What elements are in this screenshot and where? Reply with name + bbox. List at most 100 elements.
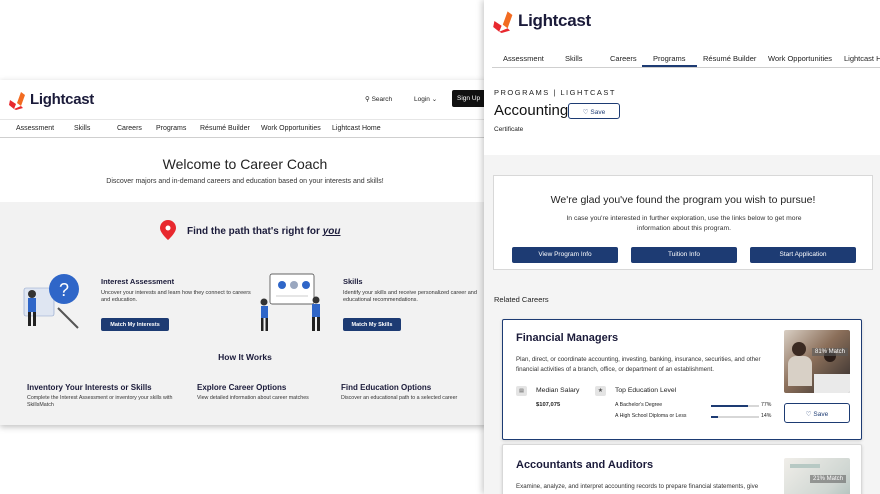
career-title[interactable]: Financial Managers: [516, 332, 618, 344]
career-desc: Plan, direct, or coordinate accounting, …: [516, 356, 761, 373]
skills-desc: Identify your skills and receive persona…: [343, 290, 477, 303]
how-step-desc: Discover an educational path to a select…: [341, 395, 458, 401]
related-careers-label: Related Careers: [494, 295, 549, 304]
interest-title: Interest Assessment: [101, 277, 175, 286]
program-detail-window: Lightcast Assessment Skills Careers Prog…: [484, 0, 880, 494]
welcome-title: Welcome to Career Coach: [162, 156, 328, 172]
career-photo: 21% Match: [784, 458, 850, 494]
heart-icon: ♡: [582, 108, 589, 116]
glad-text: In case you're interested in further exp…: [566, 215, 802, 232]
career-card-financial-managers[interactable]: Financial Managers Plan, direct, or coor…: [502, 319, 862, 440]
how-step-title: Explore Career Options: [197, 383, 287, 392]
match-skills-button[interactable]: Match My Skills: [343, 318, 401, 331]
search-label: Search: [371, 96, 393, 103]
location-pin-icon: [160, 220, 176, 245]
nav-item-careers[interactable]: Careers: [117, 125, 142, 132]
photo-laptop: [814, 374, 850, 393]
nav-item-resume-builder[interactable]: Résumé Builder: [200, 125, 250, 132]
tuition-info-button[interactable]: Tuition Info: [631, 247, 737, 263]
main-nav: Assessment Skills Careers Programs Résum…: [492, 48, 880, 68]
program-type: Certificate: [494, 126, 524, 133]
how-step-title: Inventory Your Interests or Skills: [27, 383, 152, 392]
path-title-text: Find the path that's right for: [187, 226, 323, 237]
logo-text: Lightcast: [30, 91, 94, 108]
nav-item-work-opportunities[interactable]: Work Opportunities: [261, 125, 321, 132]
heart-icon: ♡: [805, 410, 812, 418]
photo-person-head: [792, 342, 806, 356]
welcome-subtitle: Discover majors and in-demand careers an…: [106, 178, 384, 185]
active-nav-underline: [642, 65, 697, 67]
nav-item-assessment[interactable]: Assessment: [503, 54, 544, 63]
login-dropdown[interactable]: Login ⌄: [414, 95, 437, 103]
search-link[interactable]: ⚲ Search: [365, 95, 392, 103]
nav-item-skills[interactable]: Skills: [565, 54, 583, 63]
main-nav: Assessment Skills Careers Programs Résum…: [0, 122, 490, 138]
match-badge: 81% Match: [812, 348, 849, 356]
welcome-hero: Welcome to Career Coach Discover majors …: [0, 140, 490, 200]
match-badge: 21% Match: [810, 475, 847, 483]
login-label: Login: [414, 96, 430, 103]
header-bar: Lightcast ⚲ Search Login ⌄ Sign Up: [0, 80, 490, 120]
edu-name: A Bachelor's Degree: [615, 402, 663, 408]
salary-value: $107,075: [536, 402, 561, 408]
save-program-button[interactable]: ♡ Save: [568, 103, 620, 119]
glad-card: We're glad you've found the program you …: [493, 175, 873, 270]
how-step-desc: View detailed information about career m…: [197, 395, 309, 401]
salary-label: Median Salary: [536, 387, 580, 394]
nav-item-skills[interactable]: Skills: [74, 125, 90, 132]
edu-bar-fill: [711, 405, 748, 407]
skills-illustration: [256, 268, 328, 334]
nav-item-work-opportunities[interactable]: Work Opportunities: [768, 54, 832, 63]
edu-bar: [711, 405, 759, 407]
how-it-works-title: How It Works: [218, 352, 272, 362]
edu-bar-fill: [711, 416, 718, 418]
nav-item-assessment[interactable]: Assessment: [16, 125, 54, 132]
path-title-emphasis: you: [322, 226, 341, 237]
interest-desc: Uncover your interests and learn how the…: [101, 290, 251, 303]
lightcast-logo-icon: [493, 11, 513, 33]
program-eyebrow: PROGRAMS | LIGHTCAST: [494, 88, 616, 97]
glad-title: We're glad you've found the program you …: [550, 194, 816, 206]
path-title: Find the path that's right for you: [187, 226, 340, 237]
lightcast-logo[interactable]: Lightcast: [8, 89, 103, 111]
nav-item-resume-builder[interactable]: Résumé Builder: [703, 54, 756, 63]
match-interests-button[interactable]: Match My Interests: [101, 318, 169, 331]
skills-title: Skills: [343, 277, 363, 286]
edu-bar: [711, 416, 759, 418]
career-title[interactable]: Accountants and Auditors: [516, 459, 653, 471]
nav-item-programs[interactable]: Programs: [156, 125, 186, 132]
program-lower-section: We're glad you've found the program you …: [484, 155, 880, 494]
photo-detail: [790, 464, 820, 468]
money-icon: ▤: [516, 386, 527, 396]
save-career-button[interactable]: ♡ Save: [784, 403, 850, 423]
career-desc: Examine, analyze, and interpret accounti…: [516, 483, 759, 490]
how-step-inventory: Inventory Your Interests or Skills Compl…: [27, 383, 182, 409]
nav-item-lightcast-home[interactable]: Lightcast Home: [332, 125, 381, 132]
logo-text: Lightcast: [518, 11, 591, 30]
photo-person-body: [788, 356, 812, 386]
path-section: Find the path that's right for you ? Int…: [0, 202, 490, 425]
edu-pct: 14%: [761, 413, 772, 419]
svg-text:?: ?: [59, 280, 69, 300]
graduation-cap-icon: ★: [595, 386, 606, 396]
lightcast-logo-icon: [9, 92, 25, 110]
nav-item-lightcast-home[interactable]: Lightcast H: [844, 54, 880, 63]
education-label: Top Education Level: [615, 387, 677, 394]
signup-label: Sign Up: [457, 95, 481, 102]
lightcast-logo[interactable]: Lightcast: [492, 8, 602, 34]
nav-item-careers[interactable]: Careers: [610, 54, 637, 63]
how-step-title: Find Education Options: [341, 383, 432, 392]
career-photo: 81% Match: [784, 330, 850, 393]
search-icon: ⚲: [365, 96, 370, 103]
how-step-education: Find Education Options Discover an educa…: [341, 383, 486, 402]
edu-name: A High School Diploma or Less: [615, 413, 687, 419]
nav-item-programs[interactable]: Programs: [653, 54, 686, 63]
start-application-button[interactable]: Start Application: [750, 247, 856, 263]
chevron-down-icon: ⌄: [431, 96, 438, 103]
how-step-desc: Complete the Interest Assessment or inve…: [27, 395, 173, 408]
career-coach-home-window: Lightcast ⚲ Search Login ⌄ Sign Up Asses…: [0, 80, 490, 425]
view-program-info-button[interactable]: View Program Info: [512, 247, 618, 263]
edu-pct: 77%: [761, 402, 772, 408]
career-card-accountants-auditors[interactable]: Accountants and Auditors Examine, analyz…: [502, 444, 862, 494]
save-label: Save: [813, 410, 829, 418]
